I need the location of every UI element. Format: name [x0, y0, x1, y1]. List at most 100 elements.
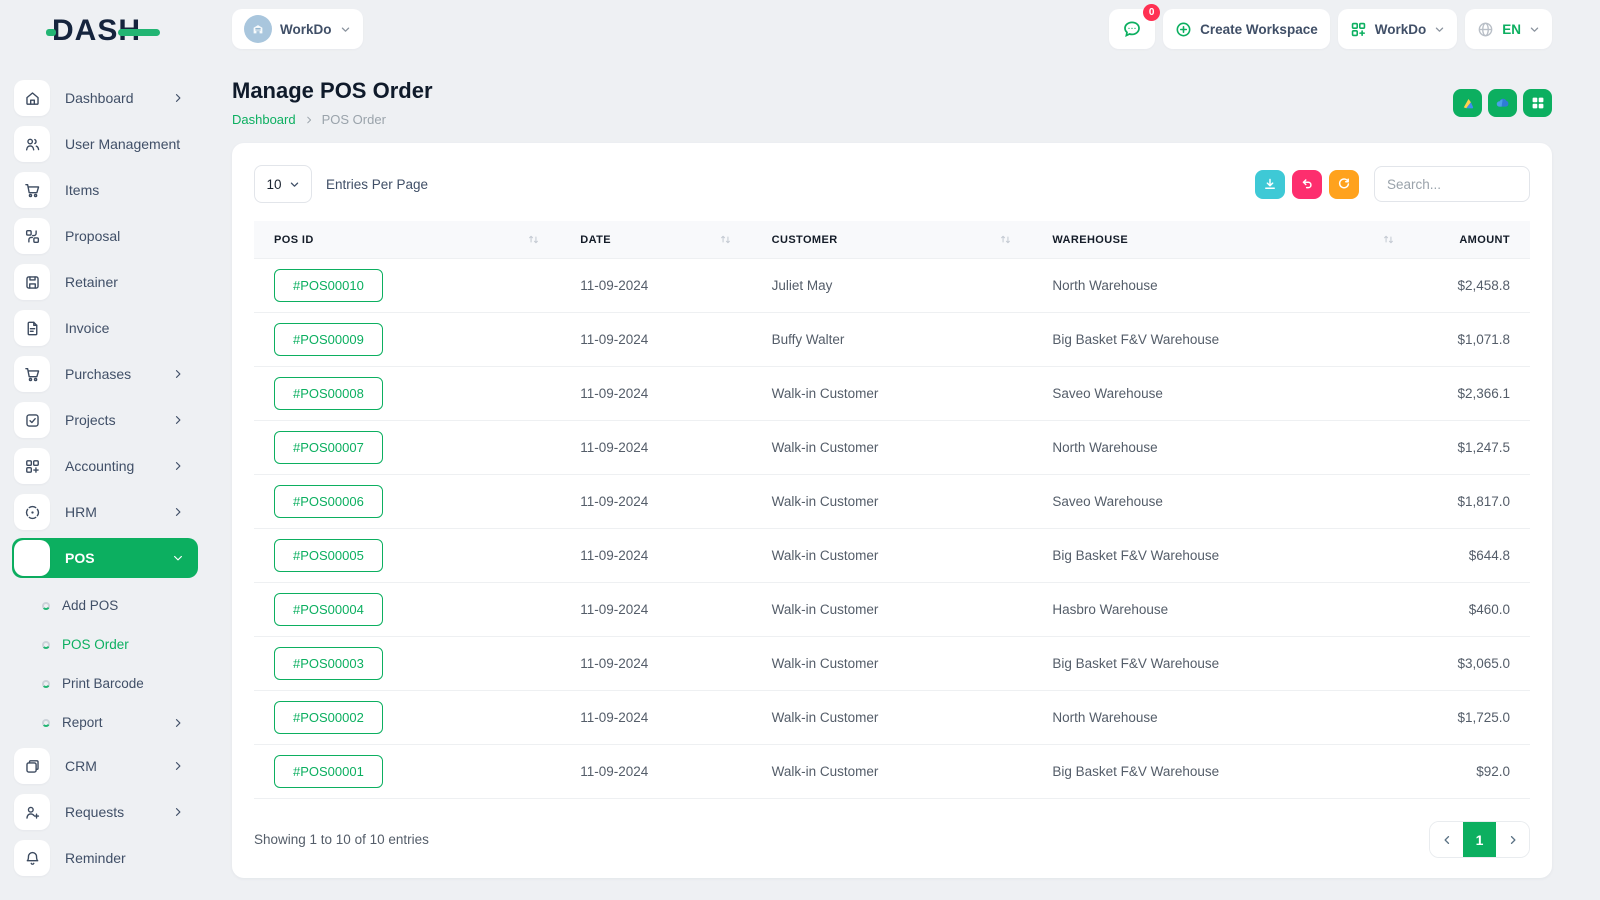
- chevron-down-icon: [1530, 27, 1539, 32]
- page-head: Manage POS Order Dashboard POS Order: [232, 78, 1552, 127]
- sidebar-item-requests[interactable]: Requests: [12, 792, 198, 832]
- sort-icon: [720, 235, 730, 244]
- sidebar-item-hrm[interactable]: HRM: [12, 492, 198, 532]
- logo-accent-dot: [46, 29, 56, 36]
- pos-id-chip[interactable]: #POS00005: [274, 539, 383, 572]
- submenu-item-label: Add POS: [62, 598, 119, 613]
- pagination-page-1[interactable]: 1: [1463, 822, 1496, 857]
- pos-id-chip[interactable]: #POS00004: [274, 593, 383, 626]
- home-icon: [14, 80, 50, 116]
- warehouse-cell: Big Basket F&V Warehouse: [1032, 744, 1416, 799]
- apps-dropdown[interactable]: WorkDo: [1337, 9, 1458, 49]
- column-header-amount[interactable]: AMOUNT: [1415, 221, 1530, 259]
- sidebar-item-user-management[interactable]: User Management: [12, 124, 198, 164]
- sidebar-item-crm[interactable]: CRM: [12, 746, 198, 786]
- column-header-pos-id[interactable]: POS ID: [254, 221, 561, 259]
- sidebar-item-label: POS: [65, 550, 95, 566]
- submenu-item-label: Print Barcode: [62, 676, 144, 691]
- search-input[interactable]: [1374, 166, 1530, 202]
- logo-accent-bar: [118, 29, 160, 36]
- pos-id-chip[interactable]: #POS00001: [274, 755, 383, 788]
- sidebar-item-label: Items: [65, 182, 100, 198]
- entries-summary: Showing 1 to 10 of 10 entries: [254, 832, 429, 847]
- submenu-item-label: POS Order: [62, 637, 129, 652]
- create-workspace-button[interactable]: Create Workspace: [1163, 9, 1330, 49]
- sidebar-item-dashboard[interactable]: Dashboard: [12, 78, 198, 118]
- bullet-icon: [42, 679, 50, 688]
- brand-logo[interactable]: DASH: [0, 0, 210, 62]
- sidebar-item-reminder[interactable]: Reminder: [12, 838, 198, 878]
- sidebar-item-label: CRM: [65, 758, 97, 774]
- users-icon: [14, 126, 50, 162]
- sidebar-item-retainer[interactable]: Retainer: [12, 262, 198, 302]
- table-row: #POS00010 11-09-2024 Juliet May North Wa…: [254, 258, 1530, 313]
- table-row: #POS00003 11-09-2024 Walk-in Customer Bi…: [254, 636, 1530, 691]
- table-row: #POS00006 11-09-2024 Walk-in Customer Sa…: [254, 474, 1530, 529]
- submenu-item-add-pos[interactable]: Add POS: [42, 586, 186, 625]
- pos-id-chip[interactable]: #POS00003: [274, 647, 383, 680]
- date-cell: 11-09-2024: [560, 744, 752, 799]
- main-area: WorkDo 0 Create Workspace WorkDo EN Mana…: [210, 0, 1600, 900]
- sidebar-item-proposal[interactable]: Proposal: [12, 216, 198, 256]
- workspace-avatar: [244, 15, 272, 43]
- table-row: #POS00004 11-09-2024 Walk-in Customer Ha…: [254, 582, 1530, 637]
- pos-id-cell: #POS00005: [254, 528, 561, 583]
- google-drive-button[interactable]: [1453, 88, 1482, 117]
- pos-id-chip[interactable]: #POS00002: [274, 701, 383, 734]
- swap-boxes-icon: [14, 218, 50, 254]
- sidebar-item-accounting[interactable]: Accounting: [12, 446, 198, 486]
- breadcrumb: Dashboard POS Order: [232, 112, 433, 127]
- warehouse-cell: Saveo Warehouse: [1032, 474, 1416, 529]
- customer-cell: Walk-in Customer: [751, 474, 1033, 529]
- sort-icon: [529, 235, 539, 244]
- sort-icon: [1384, 235, 1394, 244]
- export-download-button[interactable]: [1255, 169, 1285, 199]
- column-header-date[interactable]: DATE: [560, 221, 752, 259]
- sidebar-item-items[interactable]: Items: [12, 170, 198, 210]
- pagination-prev-button[interactable]: [1430, 822, 1463, 857]
- sidebar-item-label: Retainer: [65, 274, 118, 290]
- pos-id-chip[interactable]: #POS00006: [274, 485, 383, 518]
- date-cell: 11-09-2024: [560, 420, 752, 475]
- customer-cell: Walk-in Customer: [751, 420, 1033, 475]
- pos-id-chip[interactable]: #POS00007: [274, 431, 383, 464]
- integration-buttons: [1453, 88, 1552, 117]
- sidebar-item-purchases[interactable]: Purchases: [12, 354, 198, 394]
- submenu-item-pos-order[interactable]: POS Order: [42, 625, 186, 664]
- sidebar-menu: Dashboard User Management Items Proposal…: [0, 62, 210, 884]
- warehouse-cell: Hasbro Warehouse: [1032, 582, 1416, 637]
- pos-id-chip[interactable]: #POS00009: [274, 323, 383, 356]
- grid-view-button[interactable]: [1523, 88, 1552, 117]
- language-selector[interactable]: EN: [1465, 9, 1552, 49]
- bullet-icon: [42, 640, 50, 649]
- messages-button[interactable]: 0: [1109, 4, 1161, 49]
- pagination-next-button[interactable]: [1496, 822, 1529, 857]
- topbar: WorkDo 0 Create Workspace WorkDo EN: [232, 0, 1552, 58]
- submenu-item-report[interactable]: Report: [42, 703, 186, 742]
- customer-cell: Buffy Walter: [751, 312, 1033, 367]
- onedrive-button[interactable]: [1488, 88, 1517, 117]
- column-header-warehouse[interactable]: WAREHOUSE: [1032, 221, 1416, 259]
- pos-id-chip[interactable]: #POS00010: [274, 269, 383, 302]
- chevron-right-icon: [175, 370, 181, 378]
- sidebar-item-label: Proposal: [65, 228, 121, 244]
- invoice-file-icon: [14, 310, 50, 346]
- entries-per-page-select[interactable]: 10: [254, 165, 312, 203]
- sidebar-item-label: Invoice: [65, 320, 110, 336]
- workspace-selector[interactable]: WorkDo: [232, 9, 363, 49]
- chevron-down-icon: [174, 555, 182, 561]
- sidebar-item-pos[interactable]: POS: [12, 538, 198, 578]
- refresh-button[interactable]: [1329, 169, 1359, 199]
- chevron-right-icon: [175, 718, 181, 727]
- sidebar-item-invoice[interactable]: Invoice: [12, 308, 198, 348]
- amount-cell: $3,065.0: [1415, 636, 1530, 691]
- column-header-customer[interactable]: CUSTOMER: [751, 221, 1033, 259]
- sidebar-item-projects[interactable]: Projects: [12, 400, 198, 440]
- language-code: EN: [1502, 21, 1521, 37]
- reset-button[interactable]: [1292, 169, 1322, 199]
- breadcrumb-dashboard-link[interactable]: Dashboard: [232, 112, 296, 127]
- cart-icon: [14, 172, 50, 208]
- submenu-item-print-barcode[interactable]: Print Barcode: [42, 664, 186, 703]
- pos-id-chip[interactable]: #POS00008: [274, 377, 383, 410]
- customer-cell: Walk-in Customer: [751, 636, 1033, 691]
